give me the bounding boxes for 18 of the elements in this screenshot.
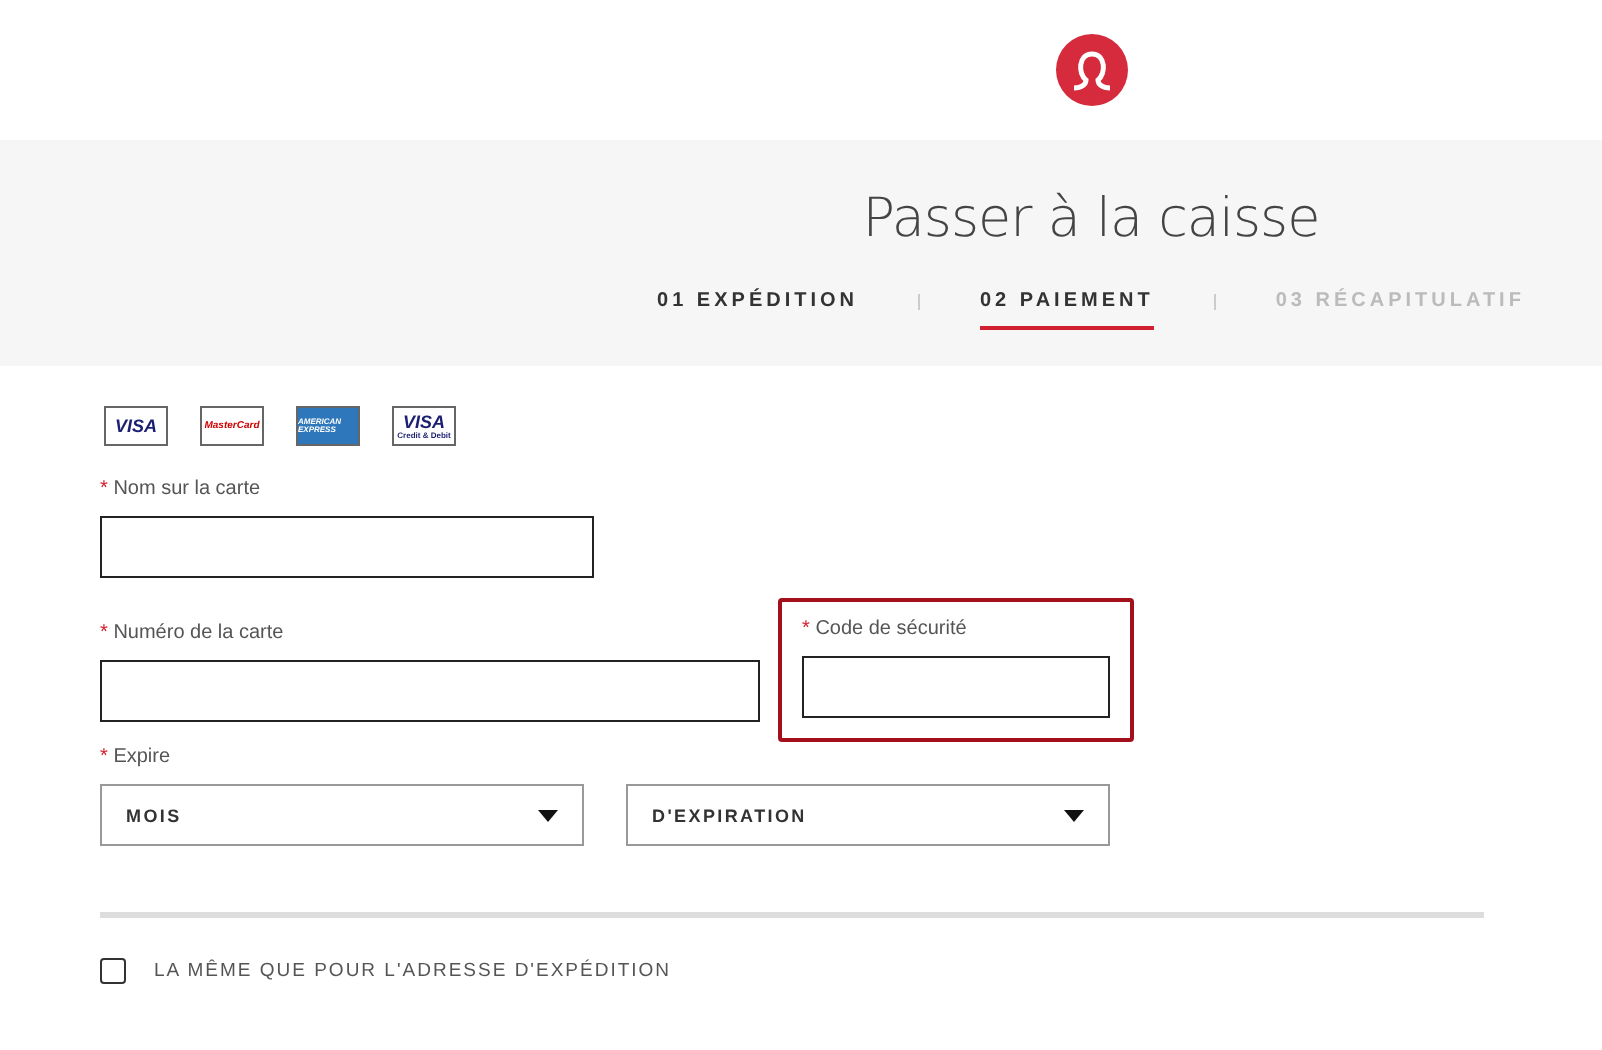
year-select[interactable]: D'EXPIRATION — [626, 784, 1110, 846]
page-title: Passer à la caisse — [862, 188, 1320, 250]
month-select[interactable]: MOIS — [100, 784, 584, 846]
card-logo: VISA — [104, 406, 168, 446]
field-label: * Code de sécurité — [802, 618, 969, 640]
checkout-step[interactable]: 01 EXPÉDITION — [657, 290, 858, 330]
caret-icon — [538, 809, 558, 821]
caret-icon — [1064, 809, 1084, 821]
input-field[interactable] — [802, 656, 1110, 718]
logo-icon — [1055, 34, 1127, 106]
checkbox[interactable] — [100, 958, 126, 984]
checkout-step[interactable]: 02 PAIEMENT — [980, 290, 1154, 330]
checkbox-label: LA MÊME QUE POUR L'ADRESSE D'EXPÉDITION — [154, 960, 672, 982]
field-label: * Nom sur la carte — [100, 478, 263, 500]
field-label: * Numéro de la carte — [100, 622, 286, 644]
input-field[interactable] — [100, 660, 760, 722]
input-field[interactable] — [100, 516, 594, 578]
field-label: * Expire — [100, 746, 173, 768]
